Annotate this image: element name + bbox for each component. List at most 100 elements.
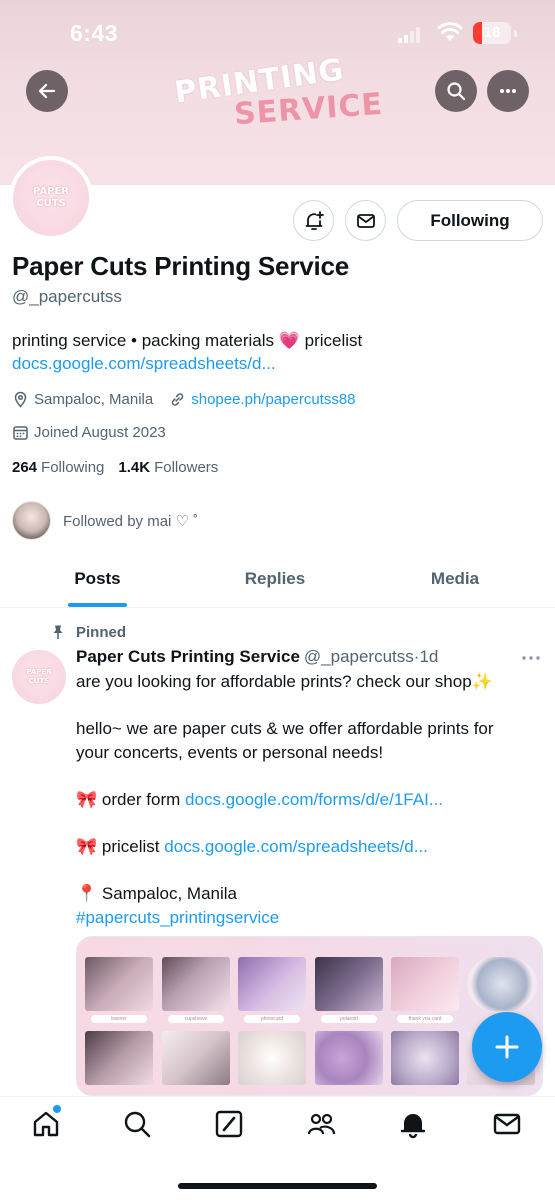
post-location-line: 📍 Sampaloc, Manila: [76, 884, 238, 903]
arrow-left-icon: [38, 83, 56, 99]
post-more-icon[interactable]: [520, 648, 542, 668]
heart-emoji: 💗: [278, 331, 300, 350]
profile-joined: Joined August 2023: [34, 423, 166, 441]
location-pin-icon: [14, 391, 27, 408]
post-author-name[interactable]: Paper Cuts Printing Service: [76, 647, 300, 666]
thumb-photocard: [238, 957, 306, 1011]
tab-replies[interactable]: Replies: [215, 555, 335, 608]
thumb-polaroid: [315, 957, 383, 1011]
follower-avatar: [12, 501, 51, 540]
following-stat[interactable]: 264 Following: [12, 459, 104, 476]
thumb-banner: [85, 957, 153, 1011]
profile-tabs: Posts Replies Media: [0, 555, 555, 608]
home-notification-badge: [53, 1105, 61, 1113]
post-time[interactable]: 1d: [419, 647, 438, 666]
avatar-logo-line2: CUTS: [36, 198, 66, 209]
profile-bio: printing service • packing materials 💗 p…: [12, 329, 362, 353]
post-header: Paper Cuts Printing Service @_papercutss·…: [76, 647, 438, 667]
home-indicator: [178, 1183, 377, 1189]
battery-level: 18: [483, 24, 501, 41]
status-time: 6:43: [70, 20, 119, 46]
tab-posts[interactable]: Posts: [40, 555, 155, 608]
bell-icon[interactable]: [398, 1109, 428, 1139]
status-bar: 6:43 18: [0, 0, 555, 64]
slash-square-icon[interactable]: [214, 1109, 244, 1139]
plus-icon: [495, 1035, 519, 1059]
message-button[interactable]: [345, 200, 386, 241]
more-horizontal-icon: [500, 89, 516, 93]
post-avatar-logo-text: PAPER CUTS: [26, 669, 51, 685]
followers-stat[interactable]: 1.4K Followers: [118, 459, 218, 476]
post-pricelist-line: 🎀 pricelist docs.google.com/spreadsheets…: [76, 835, 546, 859]
post-avatar-logo-line2: CUTS: [28, 677, 50, 685]
post-media-image[interactable]: banner cupsleeve photocard polaroid than…: [76, 936, 543, 1096]
envelope-icon[interactable]: [492, 1109, 522, 1139]
thumb-photostrip: [162, 1031, 230, 1085]
bio-link[interactable]: docs.google.com/spreadsheets/d...: [12, 354, 276, 374]
compose-post-button[interactable]: [472, 1012, 542, 1082]
avatar-logo-text: PAPER CUTS: [33, 187, 69, 209]
thumb-thank-you-card: [391, 957, 459, 1011]
profile-avatar[interactable]: PAPER CUTS: [9, 156, 93, 240]
post-author-avatar[interactable]: PAPER CUTS: [12, 650, 66, 704]
thumb-notecard: [85, 1031, 153, 1085]
thumb-button-pin: [391, 1031, 459, 1085]
battery-tip: [514, 30, 517, 37]
more-options-button[interactable]: [487, 70, 529, 112]
profile-meta-row: Sampaloc, Manila shopee.ph/papercutss88: [12, 388, 356, 410]
pinned-label: Pinned: [76, 623, 127, 641]
home-icon[interactable]: [31, 1109, 61, 1139]
caption-thank-you-card: thank you card: [397, 1015, 453, 1023]
post-author-handle[interactable]: @_papercutss: [304, 647, 414, 666]
post-body[interactable]: are you looking for affordable prints? c…: [76, 670, 546, 930]
profile-handle: @_papercutss: [12, 287, 122, 306]
bio-text: printing service • packing materials: [12, 331, 279, 350]
pricelist-link[interactable]: docs.google.com/spreadsheets/d...: [164, 837, 428, 856]
thumb-cupsleeve: [162, 957, 230, 1011]
post-avatar-logo-line1: PAPER: [26, 668, 52, 676]
notifications-toggle-button[interactable]: [293, 200, 334, 241]
following-button[interactable]: Following: [397, 200, 543, 241]
following-count: 264: [12, 459, 38, 476]
caption-banner: banner: [91, 1015, 147, 1023]
profile-joined-row: Joined August 2023: [12, 421, 166, 443]
profile-name: Paper Cuts Printing Service: [12, 251, 350, 281]
thumb-round-item: [467, 957, 537, 1011]
thumb-bubble-board: [238, 1031, 306, 1085]
envelope-icon: [356, 213, 375, 228]
profile-stats: 264 Following 1.4K Followers: [12, 459, 232, 476]
avatar-logo: PAPER CUTS: [13, 160, 89, 236]
pricelist-label: 🎀 pricelist: [76, 837, 165, 856]
back-button[interactable]: [26, 70, 68, 112]
calendar-icon: [13, 425, 28, 440]
followers-label: Followers: [154, 459, 219, 476]
link-icon: [172, 392, 184, 406]
wifi-icon: [437, 22, 463, 41]
pin-icon: [53, 625, 63, 639]
bell-plus-icon: [305, 210, 324, 230]
followed-by[interactable]: Followed by mai ♡ ˚: [12, 501, 198, 540]
caption-photocard: photocard: [244, 1015, 300, 1023]
profile-location: Sampaloc, Manila: [34, 390, 154, 408]
bio-suffix: pricelist: [299, 331, 363, 350]
post-hashtag[interactable]: #papercuts_printingservice: [76, 906, 546, 930]
following-label: Following: [41, 459, 105, 476]
active-tab-indicator: [68, 603, 127, 607]
order-form-label: 🎀 order form: [76, 790, 186, 809]
order-form-link[interactable]: docs.google.com/forms/d/e/1FAI...: [185, 790, 443, 809]
search-icon[interactable]: [122, 1109, 152, 1139]
pinned-indicator: Pinned: [50, 622, 126, 642]
followed-by-text: Followed by mai ♡ ˚: [63, 512, 199, 530]
profile-website[interactable]: shopee.ph/papercutss88: [191, 391, 355, 408]
people-icon[interactable]: [306, 1109, 336, 1139]
post-line-3: your concerts, events or personal needs!: [76, 743, 384, 762]
search-button[interactable]: [435, 70, 477, 112]
thumb-die-cut-sticker: [315, 1031, 383, 1085]
cellular-signal-icon: [398, 27, 420, 43]
banner-artwork: PRINTING SERVICE: [170, 52, 400, 138]
caption-polaroid: polaroid: [321, 1015, 377, 1023]
post-line-2: hello~ we are paper cuts & we offer affo…: [76, 719, 494, 738]
post-order-form-line: 🎀 order form docs.google.com/forms/d/e/1…: [76, 788, 546, 812]
tab-media[interactable]: Media: [400, 555, 510, 608]
post-line-1: are you looking for affordable prints? c…: [76, 672, 493, 691]
